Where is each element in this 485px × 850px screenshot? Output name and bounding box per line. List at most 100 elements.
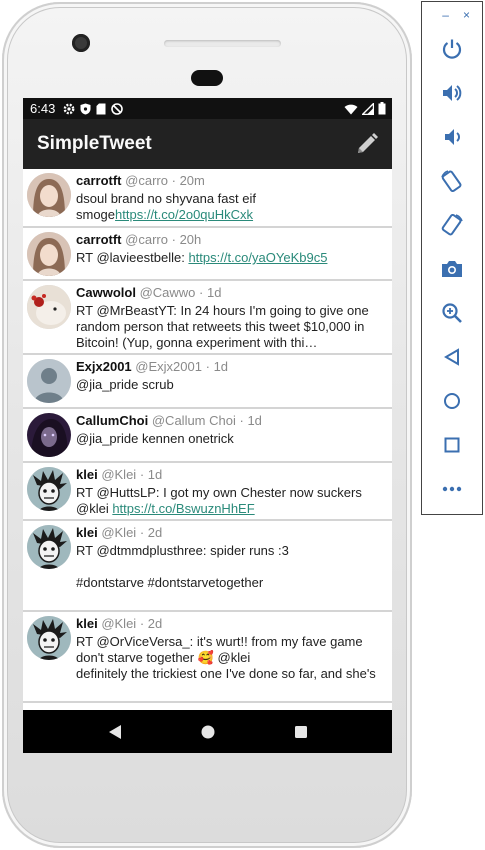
camera-icon xyxy=(442,261,462,277)
more-button[interactable] xyxy=(437,474,467,504)
emulator-home-button[interactable] xyxy=(437,386,467,416)
tweet-text-block: @jia_pride kennen onetrick xyxy=(76,431,388,447)
tweet-separator: · xyxy=(139,467,145,482)
tweet-text-block: RT @HuttsLP: I got my own Chester now su… xyxy=(76,485,388,517)
close-button[interactable]: × xyxy=(463,8,470,22)
tweet-author-name[interactable]: Cawwolol xyxy=(76,285,136,300)
nav-recents-button[interactable] xyxy=(286,717,316,747)
tweet-timestamp: 1d xyxy=(213,359,229,374)
tweet-timestamp: 1d xyxy=(147,467,163,482)
rotate-left-button[interactable] xyxy=(437,166,467,196)
overview-icon xyxy=(444,437,460,453)
tweet-handle: @Cawwo xyxy=(139,285,196,300)
compose-button[interactable] xyxy=(352,129,382,159)
tweet-item[interactable]: Exjx2001 @Exjx2001 · 1d @jia_pride scrub xyxy=(23,355,392,409)
tweet-item[interactable]: carrotft @carro · 20h RT @lavieestbelle: … xyxy=(23,228,392,281)
tweet-body: klei @Klei · 2d RT @OrViceVersa_: it's wu… xyxy=(76,616,388,684)
pencil-icon xyxy=(358,133,378,153)
avatar[interactable] xyxy=(27,173,71,217)
tweet-author-name[interactable]: klei xyxy=(76,467,98,482)
tweet-text: @jia_pride kennen onetrick xyxy=(76,431,234,446)
tweet-separator: · xyxy=(199,285,204,300)
tweet-item[interactable]: carrotft @carro · 20m dsoul brand no shyv… xyxy=(23,169,392,228)
tweet-timestamp: 1d xyxy=(247,413,262,428)
tweet-text: @jia_pride scrub xyxy=(76,377,174,392)
tweet-body: Cawwolol @Cawwo · 1d RT @MrBeastYT: In 24… xyxy=(76,285,388,351)
tweet-text: RT @MrBeastYT: In 24 hours I'm going to … xyxy=(76,303,373,350)
tweet-handle: @Exjx2001 xyxy=(135,359,202,374)
zoom-button[interactable] xyxy=(437,298,467,328)
tweet-timestamp: 20h xyxy=(179,232,202,247)
device-frame: 6:43 SimpleTweet carrotft @carro · 20m ds… xyxy=(2,2,412,848)
window-controls: – × xyxy=(422,8,482,22)
avatar[interactable] xyxy=(27,616,71,660)
tweet-text-block: RT @dtmmdplusthree: spider runs :3 #dont… xyxy=(76,543,388,593)
tweet-item[interactable]: CallumChoi @Callum Choi · 1d @jia_pride k… xyxy=(23,409,392,463)
tweet-timeline[interactable]: carrotft @carro · 20m dsoul brand no shyv… xyxy=(23,169,392,709)
volume-up-button[interactable] xyxy=(437,78,467,108)
avatar[interactable] xyxy=(27,232,71,276)
power-button[interactable] xyxy=(437,34,467,64)
minimize-button[interactable]: – xyxy=(442,8,449,22)
tweet-author-name[interactable]: klei xyxy=(76,525,98,540)
tweet-header: carrotft @carro · 20m xyxy=(76,173,388,189)
rotate-right-button[interactable] xyxy=(437,210,467,240)
signal-icon xyxy=(362,102,374,115)
tweet-author-name[interactable]: Exjx2001 xyxy=(76,359,132,374)
tweet-author-name[interactable]: klei xyxy=(76,616,98,631)
tweet-handle: @Callum Choi xyxy=(151,413,236,428)
tweet-header: klei @Klei · 2d xyxy=(76,616,388,632)
tweet-author-name[interactable]: CallumChoi xyxy=(76,413,148,428)
tweet-header: carrotft @carro · 20h xyxy=(76,232,388,248)
battery-icon xyxy=(378,102,386,115)
tweet-author-name[interactable]: carrotft xyxy=(76,173,122,188)
tweet-handle: @Klei xyxy=(101,525,137,540)
speaker-grill xyxy=(164,40,281,47)
tweet-item[interactable]: klei @Klei · 2d RT @OrViceVersa_: it's wu… xyxy=(23,612,392,703)
screenshot-button[interactable] xyxy=(437,254,467,284)
tweet-text-block: dsoul brand no shyvana fast eif smogehtt… xyxy=(76,191,388,223)
tweet-header: Exjx2001 @Exjx2001 · 1d xyxy=(76,359,388,375)
tweet-link[interactable]: https://t.co/yaOYeKb9c5 xyxy=(188,250,327,265)
app-bar: SimpleTweet xyxy=(23,119,392,169)
avatar[interactable] xyxy=(27,413,71,457)
tweet-item[interactable]: klei @Klei · 2d RT @dtmmdplusthree: spide… xyxy=(23,521,392,612)
tweet-text-block: RT @lavieestbelle: https://t.co/yaOYeKb9… xyxy=(76,250,388,266)
rotate-left-icon xyxy=(441,170,462,193)
rotate-right-icon xyxy=(441,213,463,236)
tweet-link[interactable]: https://t.co/SbkfHyXLSH xyxy=(109,591,248,593)
tweet-item[interactable]: klei @Klei · 1d RT @HuttsLP: I got my own… xyxy=(23,463,392,521)
volume-down-button[interactable] xyxy=(437,122,467,152)
proximity-sensor xyxy=(191,70,223,86)
tweet-text-block: @jia_pride scrub xyxy=(76,377,388,393)
nav-back-button[interactable] xyxy=(100,717,130,747)
tweet-author-name[interactable]: carrotft xyxy=(76,232,122,247)
emulator-back-button[interactable] xyxy=(437,342,467,372)
zoom-icon xyxy=(442,303,462,323)
tweet-header: Cawwolol @Cawwo · 1d xyxy=(76,285,388,301)
volume-up-icon xyxy=(443,85,462,101)
back-icon xyxy=(108,724,121,739)
avatar[interactable] xyxy=(27,285,71,329)
tweet-link[interactable]: https://t.co/2o0quHkCxk xyxy=(115,207,253,222)
tweet-header: klei @Klei · 1d xyxy=(76,467,388,483)
home-icon xyxy=(444,393,460,409)
tweet-item[interactable]: Cawwolol @Cawwo · 1d RT @MrBeastYT: In 24… xyxy=(23,281,392,355)
nav-home-button[interactable] xyxy=(193,717,223,747)
avatar[interactable] xyxy=(27,467,71,511)
tweet-timestamp: 1d xyxy=(207,285,222,300)
tweet-timestamp: 2d xyxy=(147,616,163,631)
tweet-text: RT @dtmmdplusthree: spider runs :3 #dont… xyxy=(76,543,289,593)
tweet-handle: @Klei xyxy=(101,616,137,631)
settings-icon xyxy=(63,103,75,114)
avatar[interactable] xyxy=(27,359,71,403)
tweet-text: RT @OrViceVersa_: it's wurt!! from my fa… xyxy=(76,634,376,684)
tweet-handle: @carro xyxy=(125,173,168,188)
volume-down-icon xyxy=(445,129,460,145)
tweet-link[interactable]: https://t.co/BswuznHhEF xyxy=(112,501,254,516)
avatar[interactable] xyxy=(27,525,71,569)
tweet-separator: · xyxy=(239,413,244,428)
emulator-overview-button[interactable] xyxy=(437,430,467,460)
tweet-header: CallumChoi @Callum Choi · 1d xyxy=(76,413,388,429)
tweet-separator: · xyxy=(205,359,210,374)
